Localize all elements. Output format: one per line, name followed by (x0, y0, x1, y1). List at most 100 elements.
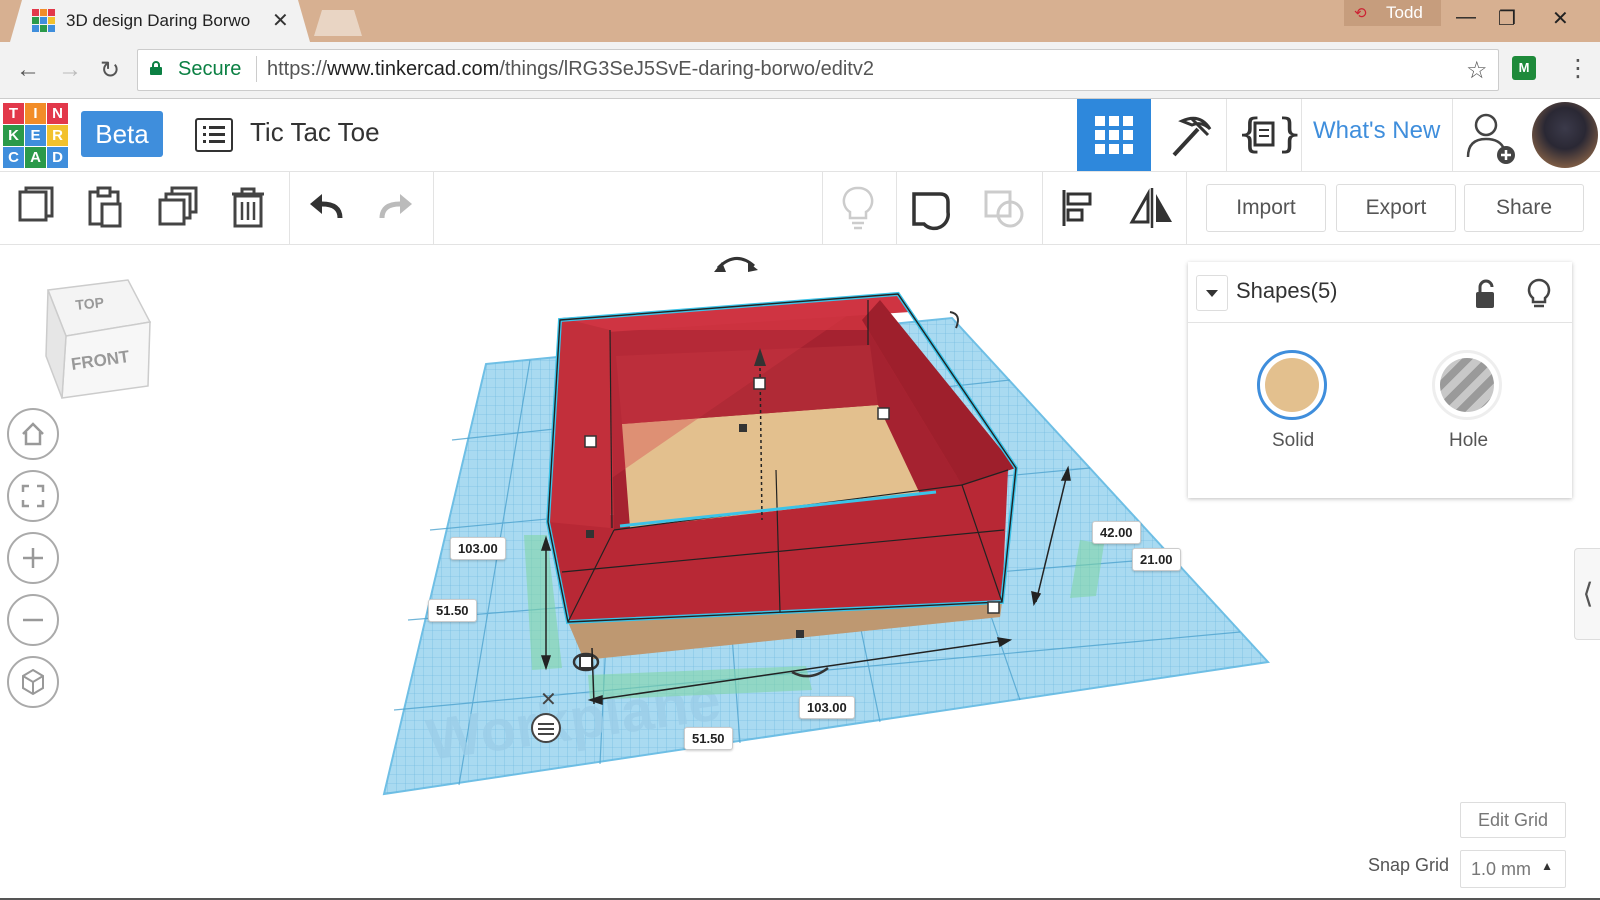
logo-letter: N (47, 103, 68, 124)
home-view-button[interactable] (7, 408, 59, 460)
view-cube-top-label: TOP (75, 294, 105, 313)
toolbar-divider (822, 172, 823, 244)
snap-grid-select[interactable]: 1.0 mm ▲ (1460, 850, 1566, 888)
undo-icon[interactable] (296, 178, 356, 238)
unlock-icon[interactable] (1470, 278, 1500, 312)
snap-grid-label: Snap Grid (1368, 855, 1450, 875)
export-button[interactable]: Export (1336, 184, 1456, 232)
reload-icon[interactable]: ↻ (100, 56, 120, 85)
bookmark-star-icon[interactable]: ☆ (1466, 56, 1488, 85)
edit-grid-button[interactable]: Edit Grid (1460, 802, 1566, 838)
dimension-label[interactable]: 103.00 (799, 696, 855, 719)
toolbar-divider (896, 172, 897, 244)
hole-label: Hole (1449, 430, 1489, 451)
lock-icon (150, 61, 162, 75)
logo-letter: C (3, 147, 24, 168)
add-user-icon[interactable] (1454, 99, 1528, 171)
close-window-button[interactable]: ✕ (1552, 6, 1569, 31)
toolbar-divider (289, 172, 290, 244)
snap-grid-value: 1.0 mm (1471, 859, 1532, 879)
duplicate-icon[interactable] (148, 178, 208, 238)
minus-icon (23, 618, 43, 622)
url-text[interactable]: https://www.tinkercad.com/things/lRG3SeJ… (267, 58, 874, 81)
design-title[interactable]: Tic Tac Toe (250, 117, 380, 148)
logo-letter: A (25, 147, 46, 168)
url-path: /things/lRG3SeJ5SvE-daring-borwo/editv2 (499, 58, 874, 80)
beta-badge[interactable]: Beta (81, 111, 163, 157)
profile-icon: ⟲ (1354, 5, 1367, 22)
tinkercad-logo[interactable]: T I N K E R C A D (3, 103, 69, 168)
url-scheme: https:// (267, 58, 328, 80)
cube-icon (22, 668, 44, 696)
toolbar-divider (433, 172, 434, 244)
logo-letter: E (25, 125, 46, 146)
dimension-label[interactable]: 51.50 (428, 599, 477, 622)
ungroup-icon[interactable] (974, 178, 1034, 238)
toolbar-divider (1186, 172, 1187, 244)
close-ruler-icon: ✕ (540, 687, 557, 711)
svg-text:}: } (1277, 111, 1301, 157)
header-divider (1452, 99, 1453, 171)
toolbar-divider (1042, 172, 1043, 244)
solid-color-swatch[interactable] (1257, 350, 1327, 420)
fit-view-button[interactable] (7, 470, 59, 522)
tinkercad-favicon-icon (32, 9, 55, 32)
dimension-label[interactable]: 103.00 (450, 537, 506, 560)
url-divider (256, 56, 257, 82)
chevron-down-icon (1206, 290, 1218, 297)
dimension-label[interactable]: 21.00 (1132, 548, 1181, 571)
logo-letter: D (47, 147, 68, 168)
minimize-button[interactable]: — (1456, 6, 1476, 29)
chevron-up-icon: ▲ (1541, 859, 1553, 873)
logo-letter: R (47, 125, 68, 146)
dimension-label[interactable]: 42.00 (1092, 521, 1141, 544)
zoom-in-button[interactable] (7, 532, 59, 584)
forward-arrow-icon[interactable]: → (58, 56, 82, 84)
back-arrow-icon[interactable]: ← (16, 56, 40, 84)
home-icon (22, 422, 44, 446)
user-avatar[interactable] (1532, 102, 1598, 168)
plus-icon (23, 548, 43, 568)
trash-icon[interactable] (218, 178, 278, 238)
design-list-icon[interactable] (195, 118, 233, 152)
tab-close-icon[interactable]: ✕ (272, 8, 289, 33)
profile-badge[interactable]: ⟲ Todd (1344, 0, 1441, 26)
redo-icon[interactable] (366, 178, 426, 238)
logo-letter: I (25, 103, 46, 124)
secure-label: Secure (178, 58, 242, 80)
share-button[interactable]: Share (1464, 184, 1584, 232)
new-tab-button[interactable] (314, 10, 362, 36)
pickaxe-icon[interactable] (1152, 99, 1226, 171)
fit-all-icon (21, 484, 45, 508)
code-blocks-icon[interactable]: { } (1227, 99, 1301, 171)
mirror-icon[interactable] (1122, 178, 1182, 238)
perspective-button[interactable] (7, 656, 59, 708)
3d-view-button[interactable] (1077, 99, 1151, 171)
lightbulb-icon[interactable] (1524, 276, 1554, 312)
align-icon[interactable] (1048, 178, 1108, 238)
header-divider (1301, 99, 1302, 171)
import-button[interactable]: Import (1206, 184, 1326, 232)
side-panel-toggle[interactable]: ⟨ (1574, 548, 1600, 640)
profile-name: Todd (1386, 3, 1423, 22)
extension-icon[interactable]: M (1512, 56, 1536, 80)
url-host: www.tinkercad.com (327, 58, 500, 80)
panel-title: Shapes(5) (1236, 278, 1338, 303)
logo-letter: T (3, 103, 24, 124)
dimension-label[interactable]: 51.50 (684, 727, 733, 750)
panel-collapse-button[interactable] (1196, 275, 1228, 311)
grid-view-icon (1095, 116, 1133, 154)
lightbulb-icon[interactable] (828, 178, 888, 238)
solid-label: Solid (1272, 430, 1315, 451)
view-cube[interactable]: TOP FRONT (44, 278, 154, 404)
copy-icon[interactable] (6, 178, 66, 238)
whats-new-link[interactable]: What's New (1313, 117, 1440, 145)
restore-button[interactable]: ❐ (1498, 6, 1516, 31)
hole-swatch[interactable] (1432, 350, 1502, 420)
menu-kebab-icon[interactable]: ⋮ (1566, 54, 1590, 83)
group-icon[interactable] (900, 178, 960, 238)
svg-text:{: { (1237, 111, 1262, 157)
tab-title: 3D design Daring Borwo (66, 11, 251, 30)
paste-icon[interactable] (76, 178, 136, 238)
zoom-out-button[interactable] (7, 594, 59, 646)
